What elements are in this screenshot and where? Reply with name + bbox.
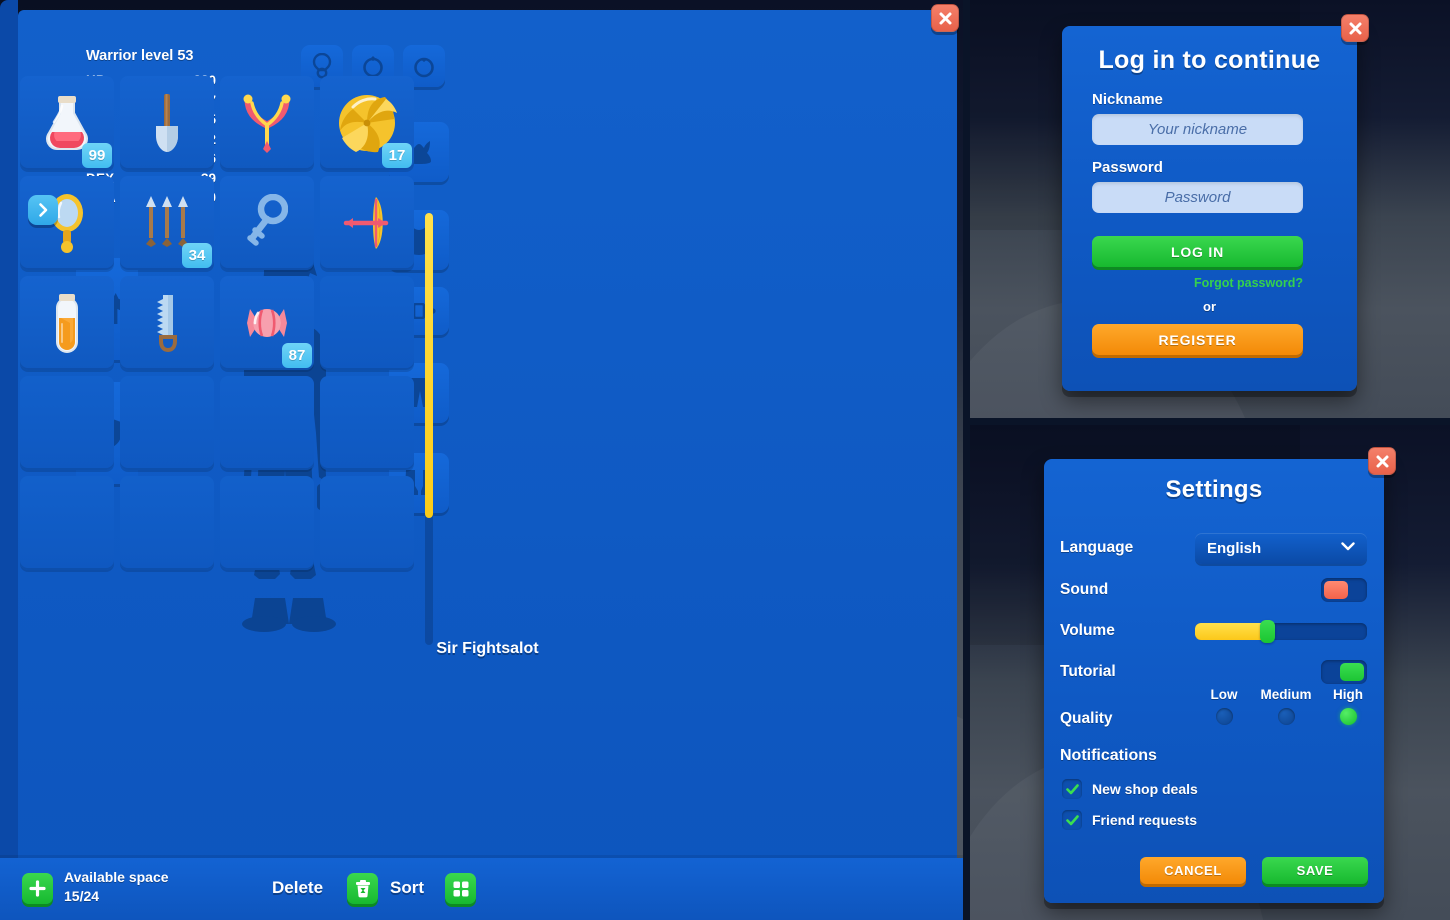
quality-option-label: High (1333, 687, 1363, 702)
character-panel-toggle[interactable] (28, 195, 58, 225)
volume-slider-fill (1195, 622, 1268, 640)
login-close-button[interactable] (1341, 14, 1369, 42)
close-icon (1349, 22, 1361, 34)
language-select-wrapper: English (1195, 532, 1367, 564)
delete-label: Delete (272, 878, 324, 897)
toggle-knob (1340, 663, 1364, 681)
check-icon (1065, 814, 1079, 825)
volume-label: Volume (1060, 622, 1115, 639)
radio-dot[interactable] (1277, 708, 1295, 725)
volume-row: Volume (1060, 614, 1368, 648)
check-icon (1065, 783, 1079, 794)
tutorial-row: Tutorial (1060, 655, 1368, 689)
tutorial-label: Tutorial (1060, 663, 1116, 680)
add-slots-button[interactable] (22, 873, 53, 904)
radio-dot-selected[interactable] (1339, 708, 1357, 725)
volume-slider-handle[interactable] (1260, 619, 1276, 643)
settings-panel: Settings Language English Sound Volume T… (1044, 447, 1396, 903)
language-select[interactable]: English (1195, 532, 1367, 564)
settings-scene: Settings Language English Sound Volume T… (970, 425, 1450, 920)
nickname-input[interactable] (1092, 114, 1303, 145)
close-icon (1376, 455, 1388, 467)
character-name: Sir Fightsalot (436, 640, 539, 657)
chevron-right-icon (39, 203, 48, 217)
settings-close-button[interactable] (1368, 447, 1396, 475)
tutorial-toggle[interactable] (1321, 660, 1367, 684)
character-title: Warrior level 53 (86, 48, 194, 64)
sort-button[interactable] (445, 873, 476, 904)
checkbox[interactable] (1062, 810, 1082, 830)
available-space-value: 15/24 (64, 888, 100, 904)
quality-option-label: Medium (1260, 687, 1312, 702)
quality-label: Quality (1060, 710, 1113, 727)
ring-icon (363, 56, 383, 78)
settings-title: Settings (1165, 476, 1263, 503)
login-scene: Log in to continue Nickname Password LOG… (970, 0, 1450, 418)
quality-option-label: Low (1210, 687, 1238, 702)
toggle-knob (1324, 581, 1348, 599)
notification-new-shop-deals[interactable]: New shop deals (1062, 779, 1198, 799)
login-button[interactable]: LOG IN (1092, 236, 1303, 267)
language-label: Language (1060, 539, 1134, 556)
panel-side-strip (0, 0, 18, 920)
sound-label: Sound (1060, 581, 1109, 598)
delete-button[interactable] (347, 873, 378, 904)
ring-icon (414, 57, 434, 78)
sound-toggle[interactable] (1321, 578, 1367, 602)
register-button[interactable]: REGISTER (1092, 324, 1303, 355)
volume-slider[interactable] (1195, 619, 1367, 643)
notification-label: Friend requests (1092, 812, 1198, 828)
forgot-password-link[interactable]: Forgot password? (1092, 276, 1303, 290)
trash-icon (355, 879, 370, 897)
or-divider-text: or (1203, 299, 1216, 314)
nickname-label: Nickname (1092, 91, 1163, 108)
checkbox[interactable] (1062, 779, 1082, 799)
quality-option-low[interactable]: Low (1195, 687, 1253, 725)
quality-radio-group: Low Medium High (1195, 687, 1369, 739)
password-input[interactable] (1092, 182, 1303, 213)
save-button[interactable]: SAVE (1262, 857, 1368, 884)
notification-label: New shop deals (1092, 781, 1198, 797)
quality-option-medium[interactable]: Medium (1257, 687, 1315, 725)
language-row: Language English (1060, 531, 1368, 565)
available-space-text: Available space 15/24 (64, 868, 169, 906)
password-label: Password (1092, 159, 1163, 176)
game-scene: Warrior level 53 HP380 MP7 AC705 STR42 I… (0, 0, 963, 920)
login-panel: Log in to continue Nickname Password LOG… (1062, 14, 1369, 391)
notification-friend-requests[interactable]: Friend requests (1062, 810, 1197, 830)
available-space-label: Available space (64, 869, 169, 885)
sort-label: Sort (390, 878, 424, 897)
login-title: Log in to continue (1098, 46, 1321, 74)
sound-row: Sound (1060, 573, 1368, 607)
quality-option-high[interactable]: High (1319, 687, 1377, 725)
plus-icon (29, 880, 46, 897)
inventory-footer: Available space 15/24 Delete Sort (0, 858, 963, 920)
notifications-label: Notifications (1060, 747, 1157, 764)
radio-dot[interactable] (1215, 708, 1233, 725)
cancel-button[interactable]: CANCEL (1140, 857, 1246, 884)
